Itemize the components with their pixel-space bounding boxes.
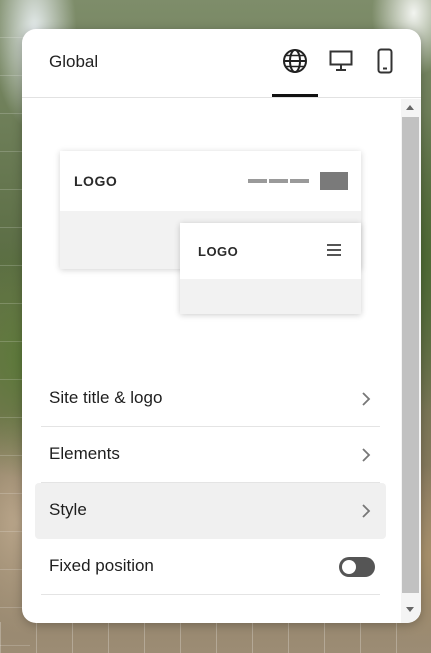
menu-item-style[interactable]: Style [35,483,386,539]
scrollbar-thumb[interactable] [402,117,419,593]
mobile-view-button[interactable] [366,43,404,79]
menu-item-fixed-position: Fixed position [41,539,380,595]
nav-link-placeholder [269,179,288,183]
global-view-button[interactable] [276,43,314,79]
fixed-position-toggle[interactable] [339,557,375,577]
panel-title: Global [49,52,99,71]
desktop-preview-logo: LOGO [74,173,118,189]
mobile-preview-logo: LOGO [198,244,239,259]
menu-item-label: Site title & logo [49,388,163,407]
menu-item-label: Elements [49,444,120,463]
mobile-icon [377,48,393,74]
globe-icon [283,49,307,73]
active-view-indicator [272,94,318,97]
scroll-down-arrow-icon[interactable] [406,607,414,612]
menu-item-site-title-logo[interactable]: Site title & logo [41,371,380,427]
nav-link-placeholder [248,179,267,183]
nav-link-placeholder [290,179,309,183]
menu-item-label: Fixed position [49,556,154,575]
menu-item-elements[interactable]: Elements [41,427,380,483]
desktop-preview-bar: LOGO [60,151,361,211]
hamburger-menu-icon [327,244,341,256]
desktop-icon [329,50,353,71]
scroll-up-arrow-icon[interactable] [406,105,414,110]
chevron-right-icon [362,448,371,462]
header-settings-panel: Global LOGO LOGO Site title & logo Eleme… [22,29,421,623]
panel-content: LOGO LOGO Site title & logo Elements Sty… [22,99,421,623]
background-grid-bottom [0,622,431,653]
scrollbar[interactable] [401,99,421,623]
panel-header: Global [22,29,421,98]
nav-button-placeholder [320,172,348,190]
mobile-header-preview: LOGO [180,223,361,314]
toggle-knob [342,560,356,574]
mobile-preview-bar: LOGO [180,223,361,279]
desktop-view-button[interactable] [322,43,360,79]
menu-item-label: Style [49,500,87,519]
chevron-right-icon [362,392,371,406]
chevron-right-icon [362,504,371,518]
